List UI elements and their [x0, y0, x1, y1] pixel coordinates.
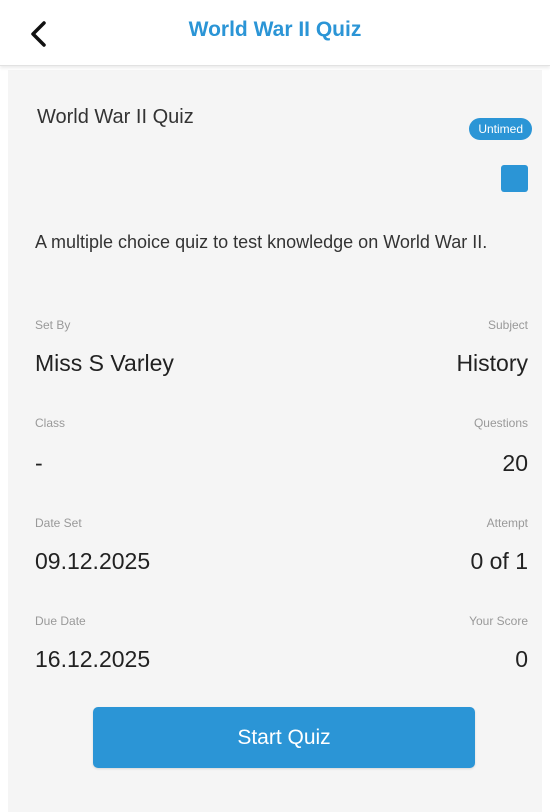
start-quiz-button[interactable]: Start Quiz — [93, 707, 475, 768]
chevron-left-icon — [31, 21, 46, 47]
your-score-label: Your Score — [469, 614, 528, 628]
subject-value: History — [456, 350, 528, 376]
quiz-detail-screen: World War II Quiz World War II Quiz Unti… — [0, 0, 550, 812]
date-set-value: 09.12.2025 — [35, 548, 151, 574]
untimed-badge: Untimed — [469, 118, 532, 140]
questions-label: Questions — [473, 416, 528, 430]
quiz-name: World War II Quiz — [37, 106, 194, 128]
questions-value: 20 — [502, 450, 528, 476]
your-score-value: 0 — [515, 646, 528, 672]
back-button[interactable] — [18, 14, 58, 54]
subject-label: Subject — [487, 318, 528, 332]
set-by-value: Miss S Varley — [35, 350, 174, 376]
due-date-value: 16.12.2025 — [35, 646, 151, 672]
class-label: Class — [35, 416, 66, 430]
set-by-label: Set By — [35, 318, 71, 332]
due-date-label: Due Date — [35, 614, 86, 628]
page-title: World War II Quiz — [188, 18, 362, 41]
class-value: - — [35, 450, 43, 476]
quiz-description: A multiple choice quiz to test knowledge… — [35, 232, 488, 252]
quiz-card: World War II Quiz Untimed A multiple cho… — [8, 70, 542, 812]
attempt-value: 0 of 1 — [470, 548, 528, 574]
date-set-label: Date Set — [35, 516, 82, 530]
attempt-label: Attempt — [486, 516, 528, 530]
subject-color-swatch — [501, 165, 528, 192]
header-bar: World War II Quiz — [0, 0, 550, 66]
